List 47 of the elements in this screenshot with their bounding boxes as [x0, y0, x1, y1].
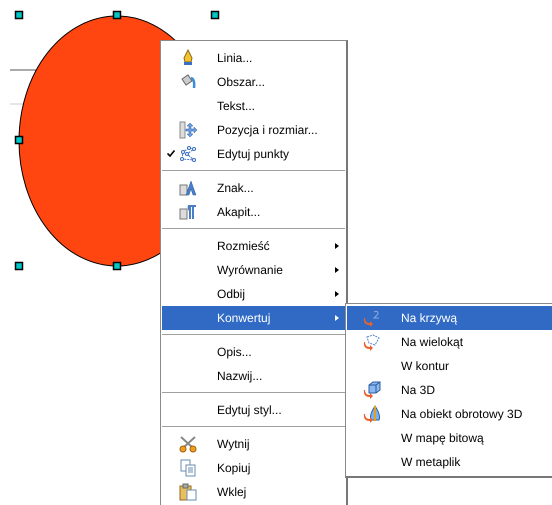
- letter-icon: [179, 179, 197, 197]
- menu-item[interactable]: W mapę bitową: [347, 426, 552, 450]
- submenu-arrow-icon: [335, 243, 339, 249]
- menu-item[interactable]: Nazwij...: [162, 364, 345, 388]
- scissors-icon: [179, 435, 197, 453]
- menu-item[interactable]: Tekst...: [162, 94, 345, 118]
- menu-item[interactable]: Wytnij: [162, 432, 345, 456]
- menu-item[interactable]: Opis...: [162, 340, 345, 364]
- clipboard-icon: [179, 483, 197, 501]
- menu-item[interactable]: Konwertuj: [162, 306, 345, 330]
- selection-handle[interactable]: [14, 262, 24, 270]
- menu-item[interactable]: Akapit...: [162, 200, 345, 224]
- polygon-arrow-icon: [363, 333, 381, 351]
- menu-item[interactable]: Edytuj punkty: [162, 142, 345, 166]
- paint-bucket-icon: [179, 73, 197, 91]
- menu-item[interactable]: Odbij: [162, 282, 345, 306]
- menu-item[interactable]: Rozmieść: [162, 234, 345, 258]
- rotation-object-icon: [363, 405, 381, 423]
- selection-handle[interactable]: [14, 136, 24, 144]
- polygon-points-icon: [179, 145, 197, 163]
- selection-handle[interactable]: [112, 262, 122, 270]
- selection-handle[interactable]: [14, 10, 24, 20]
- menu-item[interactable]: Wyrównanie: [162, 258, 345, 282]
- menu-item[interactable]: Znak...: [162, 176, 345, 200]
- curve-arrow-icon: [363, 309, 381, 327]
- menu-item[interactable]: W kontur: [347, 354, 552, 378]
- menu-item[interactable]: Na 3D: [347, 378, 552, 402]
- menu-item[interactable]: Wklej: [162, 480, 345, 504]
- copy-icon: [179, 459, 197, 477]
- check-icon: [167, 150, 175, 157]
- menu-item[interactable]: Linia...: [162, 46, 345, 70]
- cube-icon: [363, 381, 381, 399]
- paragraph-icon: [179, 203, 197, 221]
- menu-item[interactable]: Pozycja i rozmiar...: [162, 118, 345, 142]
- submenu-arrow-icon: [335, 291, 339, 297]
- move-arrows-icon: [179, 121, 197, 139]
- menu-item[interactable]: Na wielokąt: [347, 330, 552, 354]
- menu-item[interactable]: Kopiuj: [162, 456, 345, 480]
- menu-item[interactable]: Na obiekt obrotowy 3D: [347, 402, 552, 426]
- selection-handle[interactable]: [112, 10, 122, 20]
- menu-item[interactable]: Na krzywą: [347, 306, 552, 330]
- selection-handle[interactable]: [210, 10, 220, 20]
- menu-item[interactable]: Edytuj styl...: [162, 398, 345, 422]
- menu-item[interactable]: W metaplik: [347, 450, 552, 474]
- submenu-arrow-icon: [335, 267, 339, 273]
- submenu-arrow-icon: [335, 315, 339, 321]
- menu-item[interactable]: Obszar...: [162, 70, 345, 94]
